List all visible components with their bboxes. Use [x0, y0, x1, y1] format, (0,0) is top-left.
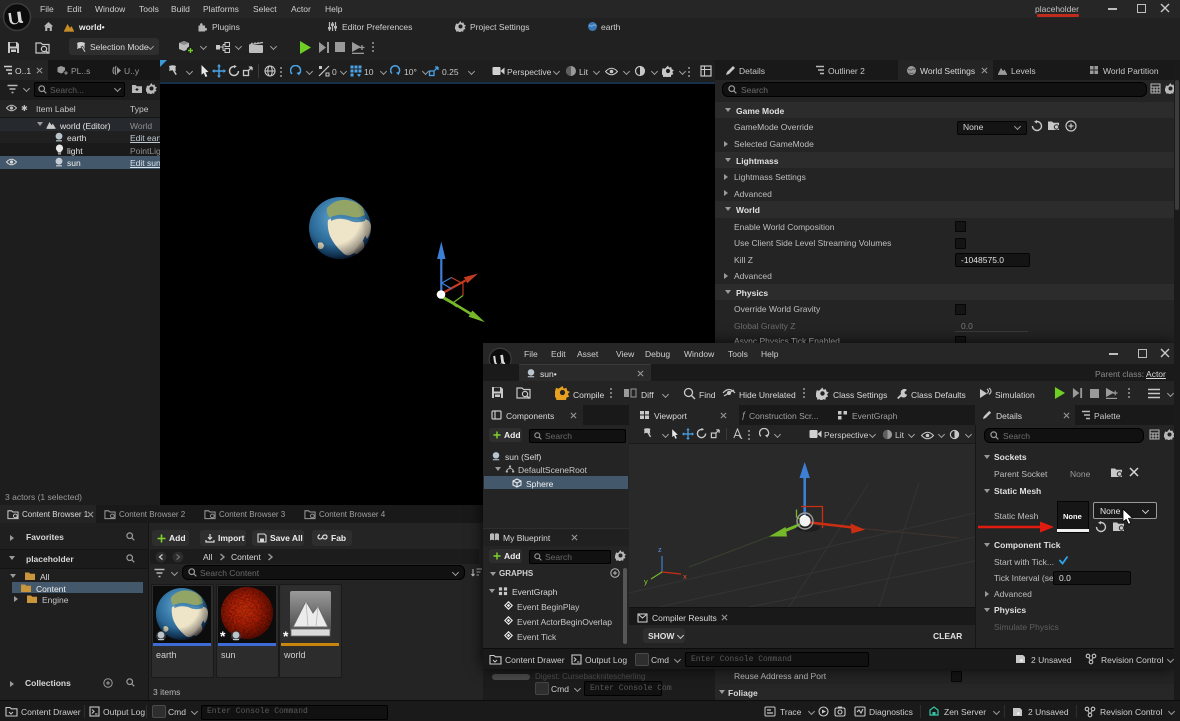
- svg-text:x: x: [683, 572, 687, 581]
- svg-text:z: z: [658, 545, 662, 554]
- svg-text:*: *: [1020, 659, 1023, 665]
- svg-text:*: *: [1017, 712, 1020, 718]
- svg-text:*: *: [283, 628, 289, 643]
- svg-text:y: y: [644, 577, 648, 586]
- svg-text:*: *: [220, 628, 226, 643]
